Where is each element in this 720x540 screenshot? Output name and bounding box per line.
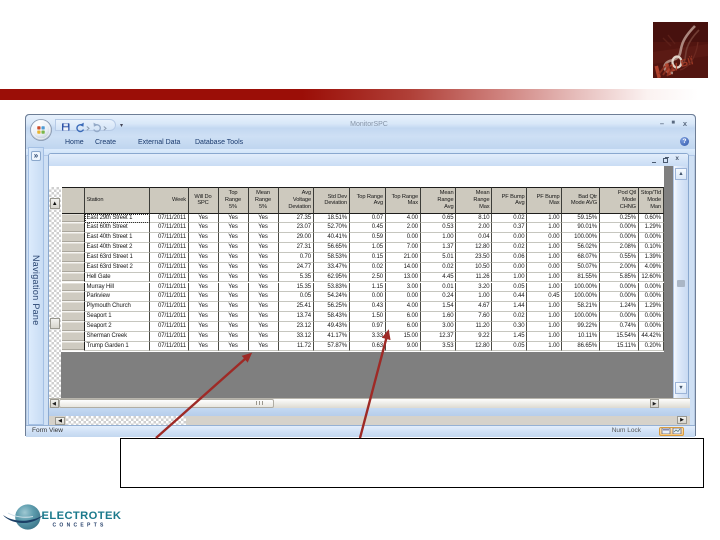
svg-text:ELECTROTEK: ELECTROTEK <box>42 510 122 522</box>
svg-text:CONCEPTS: CONCEPTS <box>53 523 107 529</box>
